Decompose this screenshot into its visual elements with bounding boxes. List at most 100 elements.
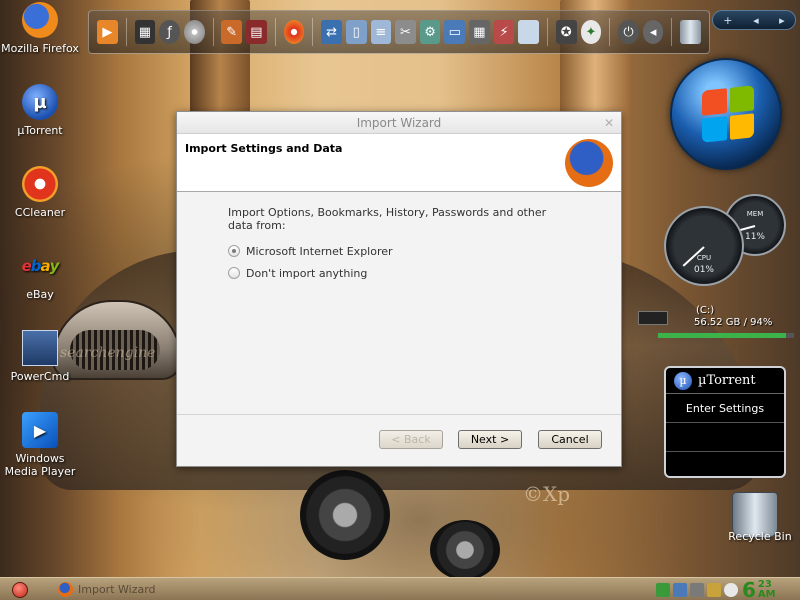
drive-usage-fill xyxy=(658,333,786,338)
windows-update-icon[interactable]: ✦ xyxy=(580,20,602,44)
memory-chip-icon xyxy=(638,311,668,325)
tools-icon[interactable]: ⚙ xyxy=(419,20,441,44)
tray-tool-icon[interactable] xyxy=(690,582,704,597)
ccleaner-launch-icon[interactable] xyxy=(283,20,305,44)
desktop-pager: + ◂ ▸ xyxy=(712,10,796,30)
import-prompt: Import Options, Bookmarks, History, Pass… xyxy=(228,206,547,232)
recycle-bin-label: Recycle Bin xyxy=(728,530,792,543)
wizard-banner: Import Settings and Data xyxy=(177,134,621,192)
wallpaper-wheel xyxy=(300,470,390,560)
ccleaner-icon xyxy=(22,166,58,202)
cpu-gauge-value: 01% xyxy=(693,265,714,275)
drive-gadget: (C:) 56.52 GB / 94% xyxy=(636,305,796,340)
taskbar-item-import-wizard[interactable]: Import Wizard xyxy=(58,580,218,599)
tray-network-icon[interactable] xyxy=(673,582,687,597)
utorrent-gadget: µ µTorrent Enter Settings xyxy=(664,366,786,478)
back-button[interactable]: < Back xyxy=(379,430,443,449)
calculator-icon[interactable]: ▦ xyxy=(469,20,490,44)
window-icon[interactable] xyxy=(518,20,539,44)
tray-security-icon[interactable] xyxy=(724,582,738,597)
desktop-icon-firefox[interactable]: Mozilla Firefox xyxy=(0,2,80,55)
wallpaper-wheel xyxy=(430,520,500,580)
firefox-icon xyxy=(22,2,58,38)
memory-gauge-label: MEM xyxy=(746,210,764,218)
utorrent-icon: µ xyxy=(22,84,58,120)
scissors-icon[interactable]: ✂ xyxy=(395,20,416,44)
desktop-icon-media-player[interactable]: ▶ Windows Media Player xyxy=(0,412,80,478)
clock-hour: 6 xyxy=(742,577,756,600)
dock-separator xyxy=(609,18,611,46)
utorrent-gadget-row xyxy=(666,423,784,452)
computer-icon[interactable]: ▭ xyxy=(444,20,466,44)
tray-app-icon[interactable] xyxy=(707,582,721,597)
wizard-heading: Import Settings and Data xyxy=(185,142,343,155)
wizard-content: Import Options, Bookmarks, History, Pass… xyxy=(177,192,621,284)
system-tray xyxy=(656,580,738,599)
powercmd-icon xyxy=(22,330,58,366)
windows-flag-icon xyxy=(702,85,754,143)
dock-separator xyxy=(125,18,127,46)
desktop-icon-label: µTorrent xyxy=(17,124,63,137)
radio-button[interactable] xyxy=(228,245,240,257)
taskbar-item-label: Import Wizard xyxy=(78,583,156,596)
paint-icon[interactable]: ✎ xyxy=(221,20,243,44)
dock-separator xyxy=(274,18,276,46)
desktop-icon-ebay[interactable]: ebay eBay xyxy=(0,248,80,301)
dialog-title: Import Wizard xyxy=(356,116,442,130)
document-icon[interactable]: ▯ xyxy=(345,20,367,44)
trash-icon[interactable] xyxy=(680,20,702,44)
radio-option-ie[interactable]: Microsoft Internet Explorer xyxy=(228,240,621,262)
dock-separator xyxy=(212,18,214,46)
desktop-icon-utorrent[interactable]: µ µTorrent xyxy=(0,84,80,137)
cancel-button[interactable]: Cancel xyxy=(538,430,602,449)
utorrent-gadget-row xyxy=(666,452,784,476)
dock-separator xyxy=(312,18,314,46)
notepad-icon[interactable]: ≡ xyxy=(370,20,392,44)
desktop-icon-label: Windows Media Player xyxy=(4,452,76,478)
usb-icon[interactable]: ⚡ xyxy=(493,20,515,44)
media-player-icon: ▶ xyxy=(22,412,58,448)
utorrent-enter-settings[interactable]: Enter Settings xyxy=(666,394,784,423)
disc-icon[interactable] xyxy=(183,20,205,44)
desktop-icon-ccleaner[interactable]: CCleaner xyxy=(0,166,80,219)
tray-sync-icon[interactable] xyxy=(656,582,670,597)
clock-ampm: AM xyxy=(757,588,776,600)
drive-usage-bar xyxy=(658,333,794,338)
desktop-icon-label: Mozilla Firefox xyxy=(1,42,79,55)
wallpaper-watermark: ©Xp xyxy=(523,482,571,506)
volume-icon[interactable]: ◂ xyxy=(642,20,664,44)
media-launch-icon[interactable]: ▶ xyxy=(97,20,118,44)
start-button[interactable] xyxy=(12,582,28,598)
radio-option-none[interactable]: Don't import anything xyxy=(228,262,621,284)
taskbar-clock[interactable]: 6 23 AM xyxy=(742,578,776,600)
flash-icon[interactable]: ƒ xyxy=(159,20,180,44)
desktop-icon-label: eBay xyxy=(26,288,54,301)
books-icon[interactable]: ▤ xyxy=(246,20,267,44)
game-icon[interactable]: ✪ xyxy=(555,20,577,44)
next-button[interactable]: Next > xyxy=(458,430,522,449)
wizard-footer: < Back Next > Cancel xyxy=(177,414,621,466)
cpu-gauge-label: CPU xyxy=(696,254,712,262)
radio-option-label: Microsoft Internet Explorer xyxy=(246,244,393,258)
desktop-icon-powercmd[interactable]: PowerCmd xyxy=(0,330,80,383)
power-icon[interactable]: ⏻ xyxy=(618,20,639,44)
clock-minute: 23 xyxy=(757,578,772,590)
close-icon[interactable]: ✕ xyxy=(604,112,614,134)
drive-info: 56.52 GB / 94% xyxy=(694,317,773,328)
dock-separator xyxy=(671,18,673,46)
windows-orb-icon[interactable] xyxy=(670,58,782,170)
import-wizard-dialog: Import Wizard ✕ Import Settings and Data… xyxy=(176,111,622,467)
video-app-icon[interactable]: ▦ xyxy=(134,20,156,44)
pager-next-button[interactable]: ▸ xyxy=(779,14,785,27)
utorrent-gadget-header: µ µTorrent xyxy=(666,368,784,394)
cpu-gauge: CPU 01% xyxy=(664,206,744,286)
ebay-icon: ebay xyxy=(21,257,60,275)
network-icon[interactable]: ⇄ xyxy=(321,20,342,44)
utorrent-gadget-title: µTorrent xyxy=(698,373,756,388)
pager-add-button[interactable]: + xyxy=(723,14,732,27)
dialog-titlebar[interactable]: Import Wizard ✕ xyxy=(177,112,621,134)
radio-option-label: Don't import anything xyxy=(246,266,368,280)
radio-button[interactable] xyxy=(228,267,240,279)
desktop-icon-label: PowerCmd xyxy=(10,370,70,383)
pager-prev-button[interactable]: ◂ xyxy=(753,14,759,27)
